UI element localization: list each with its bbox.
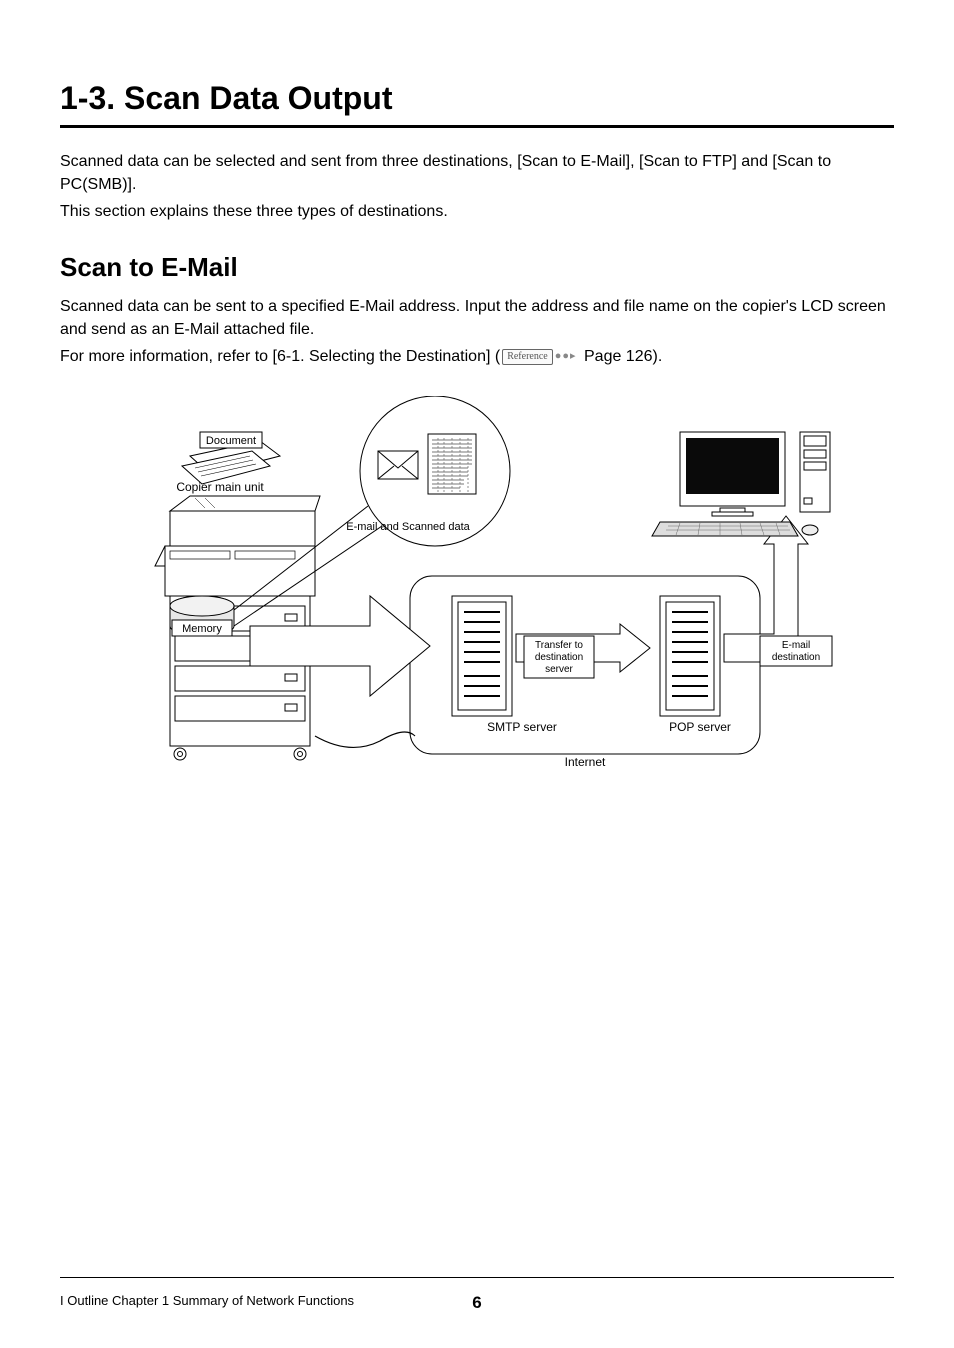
intro-paragraph-1: Scanned data can be selected and sent fr… [60, 150, 894, 196]
scan-email-diagram: Document Copier main unit Memory [120, 396, 860, 776]
cable-line [315, 732, 415, 747]
footer-rule [60, 1277, 894, 1278]
pop-label: POP server [669, 720, 731, 734]
section-paragraph-2: For more information, refer to [6-1. Sel… [60, 345, 894, 368]
scanned-data-icon [428, 434, 476, 494]
destination-pc-icon [652, 432, 830, 536]
dest-label-2: destination [772, 652, 820, 663]
diagram: Document Copier main unit Memory [120, 396, 860, 776]
title-rule [60, 125, 894, 128]
page-number: 6 [472, 1293, 481, 1313]
pop-server-icon [660, 596, 720, 716]
section-title: Scan to E-Mail [60, 252, 894, 283]
page-footer: I Outline Chapter 1 Summary of Network F… [60, 1293, 894, 1308]
envelope-icon [378, 451, 418, 479]
internet-label: Internet [565, 755, 606, 769]
page-title: 1-3. Scan Data Output [60, 80, 894, 117]
dest-label-1: E-mail [782, 640, 810, 651]
reference-dots-icon: ●●▸ [555, 349, 577, 365]
transfer-label-2: destination [535, 652, 583, 663]
section-p2-pre: For more information, refer to [6-1. Sel… [60, 348, 500, 365]
document-label: Document [206, 435, 256, 447]
reference-icon: Reference [502, 349, 553, 365]
smtp-label: SMTP server [487, 720, 557, 734]
intro-paragraph-2: This section explains these three types … [60, 200, 894, 223]
callout-label: E-mail and Scanned data [346, 521, 470, 533]
section-paragraph-1: Scanned data can be sent to a specified … [60, 295, 894, 341]
breadcrumb: I Outline Chapter 1 Summary of Network F… [60, 1293, 354, 1308]
smtp-server-icon [452, 596, 512, 716]
memory-label: Memory [182, 623, 222, 635]
transfer-label-3: server [545, 664, 573, 675]
transfer-label-1: Transfer to [535, 640, 583, 651]
copier-label: Copier main unit [176, 480, 264, 494]
section-p2-post: Page 126). [580, 348, 663, 365]
